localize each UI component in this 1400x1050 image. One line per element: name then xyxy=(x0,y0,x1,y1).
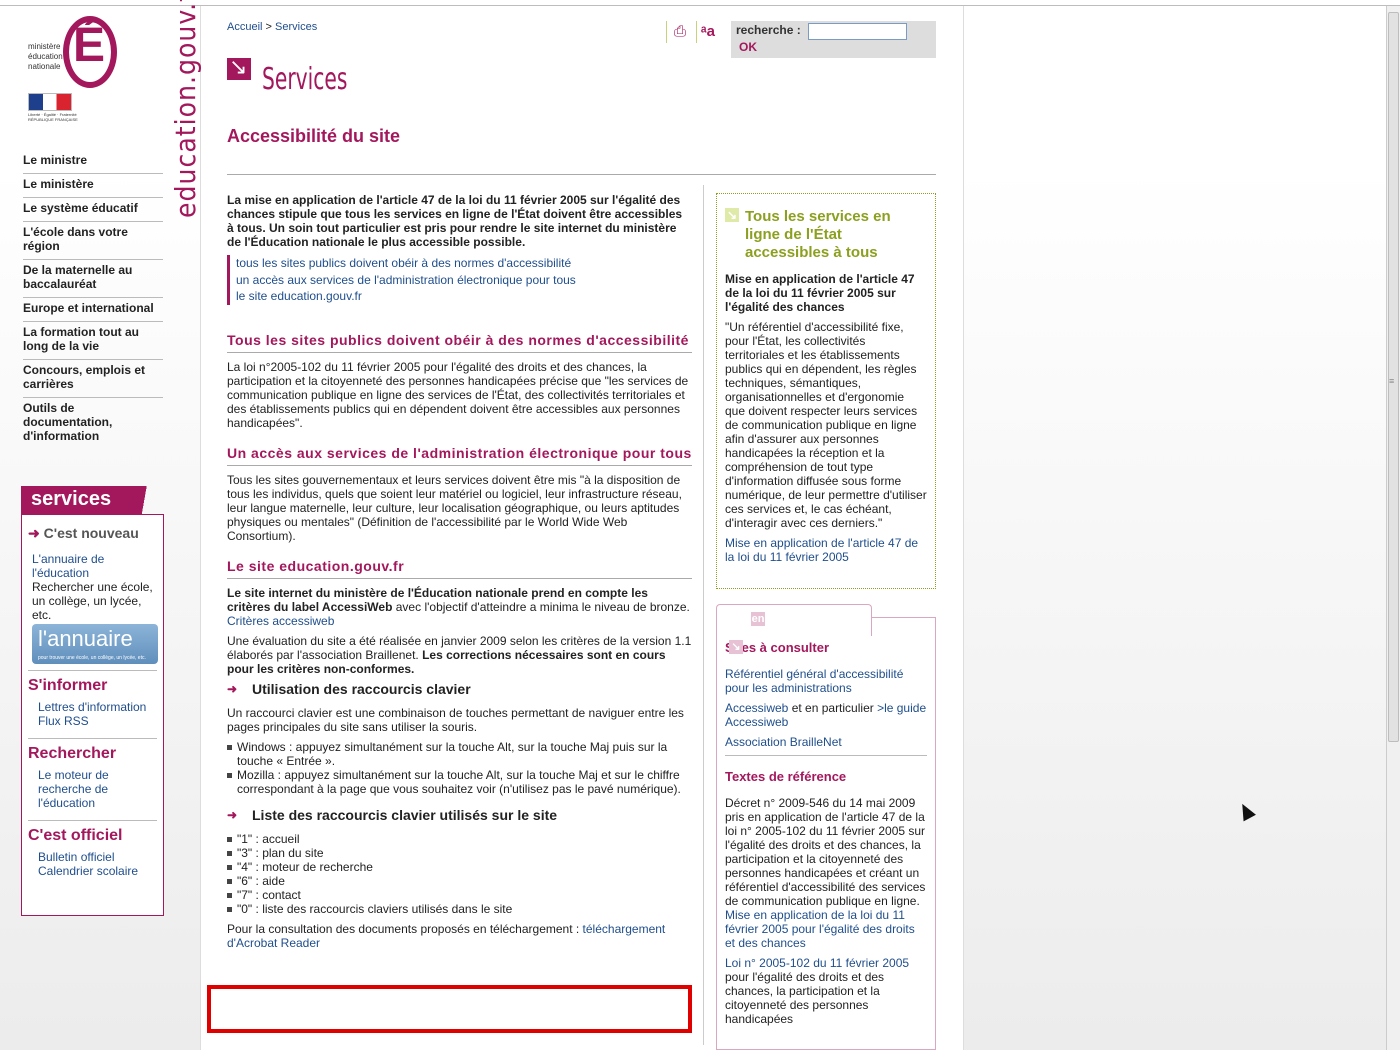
nav-item[interactable]: Le système éducatif xyxy=(23,198,163,222)
accessibility-box-title: Tous les services en ligne de l'État acc… xyxy=(725,208,927,262)
services-arrow-icon xyxy=(227,54,251,80)
nav-item[interactable]: Europe et international xyxy=(23,298,163,322)
heading-shortcut-list: Liste des raccourcis clavier utilisés su… xyxy=(227,808,692,822)
rechercher-title: Rechercher xyxy=(28,745,117,762)
services-panel: ➜ C'est nouveau L'annuaire de l'éducatio… xyxy=(21,514,164,916)
new-section-title: ➜ C'est nouveau xyxy=(28,525,139,541)
list-item: Mozilla : appuyez simultanément sur la t… xyxy=(227,768,692,796)
tab-border xyxy=(872,617,936,618)
arrow-icon: ↘ xyxy=(729,640,743,654)
logo-ministry-text: ministère éducation nationale xyxy=(28,42,63,71)
divider xyxy=(28,738,157,739)
heading-shortcuts: Utilisation des raccourcis clavier xyxy=(227,682,692,696)
logo-e-icon: É xyxy=(63,16,117,88)
table-of-contents: tous les sites publics doivent obéir à d… xyxy=(227,255,692,305)
accessibility-box: Tous les services en ligne de l'État acc… xyxy=(716,193,936,589)
annuaire-banner[interactable]: l'annuaire pour trouver une école, un col… xyxy=(32,624,158,664)
page-tools: ⎙ ᵃa xyxy=(666,21,726,43)
law-link[interactable]: Loi n° 2005-102 du 11 février 2005 xyxy=(725,956,909,970)
scrollbar[interactable]: ≡ xyxy=(1386,6,1400,1050)
list-item: "7" : contact xyxy=(227,888,692,902)
evaluation-text: Une évaluation du site a été réalisée en… xyxy=(227,633,692,676)
page-title: Accessibilité du site xyxy=(227,126,401,146)
grip-icon: ≡ xyxy=(1389,376,1395,386)
calendar-link[interactable]: Calendrier scolaire xyxy=(38,864,157,878)
annuaire-link[interactable]: L'annuaire de l'éducation xyxy=(32,552,104,580)
column-divider xyxy=(703,185,704,1045)
list-item: Windows : appuyez simultanément sur la t… xyxy=(227,740,692,768)
title-divider xyxy=(227,174,936,175)
learn-more-tab: ↘en savoir + xyxy=(716,604,872,654)
accessiweb-link[interactable]: Accessiweb xyxy=(725,701,788,715)
list-item: "0" : liste des raccourcis claviers util… xyxy=(227,902,692,916)
divider xyxy=(725,755,927,756)
decret-text: Décret n° 2009-546 du 14 mai 2009 pris e… xyxy=(725,796,926,908)
newsletter-link[interactable]: Lettres d'information xyxy=(38,700,157,714)
toc-link[interactable]: un accès aux services de l'administratio… xyxy=(236,272,692,289)
breadcrumb: Accueil > Services xyxy=(227,21,318,33)
site-text: Le site internet du ministère de l'Éduca… xyxy=(227,585,690,628)
search-ok-button[interactable]: OK xyxy=(739,40,757,54)
intro-text: La mise en application de l'article 47 d… xyxy=(227,193,683,249)
site-name-vertical[interactable]: education.gouv.fr xyxy=(168,0,204,218)
arrow-icon: ➜ xyxy=(28,525,44,541)
accessibility-box-subtitle: Mise en application de l'article 47 de l… xyxy=(725,272,915,314)
article-47-link[interactable]: Mise en application de l'article 47 de l… xyxy=(725,536,918,564)
list-item: "3" : plan du site xyxy=(227,846,692,860)
breadcrumb-current[interactable]: Services xyxy=(275,21,317,33)
toc-link[interactable]: le site education.gouv.fr xyxy=(236,288,692,305)
heading-norms: Tous les sites publics doivent obéir à d… xyxy=(227,331,692,353)
bulletin-link[interactable]: Bulletin officiel xyxy=(38,850,157,864)
services-header: services xyxy=(21,486,164,514)
norms-text: La loi n°2005-102 du 11 février 2005 pou… xyxy=(227,359,689,430)
search-label: recherche : xyxy=(736,23,801,37)
left-navigation: Le ministre Le ministère Le système éduc… xyxy=(23,150,163,449)
right-background xyxy=(964,6,1386,1050)
nav-item[interactable]: Le ministre xyxy=(23,150,163,174)
access-text: Tous les sites gouvernementaux et leurs … xyxy=(227,472,682,543)
learn-more-box: Sites à consulter Référentiel général d'… xyxy=(716,617,936,1050)
search-box: recherche : OK xyxy=(731,21,936,58)
search-engine-link[interactable]: Le moteur de recherche de l'éducation xyxy=(38,768,157,810)
shortcuts-text: Un raccourci clavier est une combinaison… xyxy=(227,705,684,734)
criteria-link[interactable]: Critères accessiweb xyxy=(227,614,334,628)
referentiel-link[interactable]: Référentiel général d'accessibilité pour… xyxy=(725,667,903,695)
section-title: Services xyxy=(262,62,348,97)
republic-text: Liberté · Égalité · Fraternité RÉPUBLIQU… xyxy=(28,112,78,122)
braillenet-link[interactable]: Association BrailleNet xyxy=(725,735,842,749)
text-size-icon[interactable]: ᵃa xyxy=(701,23,715,40)
browser-list: Windows : appuyez simultanément sur la t… xyxy=(227,740,692,796)
annuaire-text: Rechercher une école, un collège, un lyc… xyxy=(32,580,153,622)
nav-item[interactable]: Outils de documentation, d'information xyxy=(23,398,163,449)
nav-item[interactable]: L'école dans votre région xyxy=(23,222,163,260)
nav-item[interactable]: Le ministère xyxy=(23,174,163,198)
toc-link[interactable]: tous les sites publics doivent obéir à d… xyxy=(236,255,692,272)
search-input[interactable] xyxy=(808,23,907,40)
download-text: Pour la consultation des documents propo… xyxy=(227,921,666,950)
nav-item[interactable]: De la maternelle au baccalauréat xyxy=(23,260,163,298)
nav-item[interactable]: Concours, emplois et carrières xyxy=(23,360,163,398)
heading-access: Un accès aux services de l'administratio… xyxy=(227,444,692,466)
rss-link[interactable]: Flux RSS xyxy=(38,714,157,728)
heading-site: Le site education.gouv.fr xyxy=(227,557,692,579)
republic-flag-icon xyxy=(28,93,72,111)
list-item: "6" : aide xyxy=(227,874,692,888)
breadcrumb-home[interactable]: Accueil xyxy=(227,21,262,33)
shortcut-list: "1" : accueil "3" : plan du site "4" : m… xyxy=(227,832,692,916)
sinformer-title: S'informer xyxy=(28,677,108,694)
list-item: "1" : accueil xyxy=(227,832,692,846)
nav-item[interactable]: La formation tout au long de la vie xyxy=(23,322,163,360)
law-application-link[interactable]: Mise en application de la loi du 11 févr… xyxy=(725,908,915,950)
divider xyxy=(28,820,157,821)
texts-heading: Textes de référence xyxy=(725,769,847,784)
main-content: La mise en application de l'article 47 d… xyxy=(227,193,692,956)
divider xyxy=(28,670,157,671)
accessibility-quote: "Un référentiel d'accessibilité fixe, po… xyxy=(725,320,927,530)
list-item: "4" : moteur de recherche xyxy=(227,860,692,874)
officiel-title: C'est officiel xyxy=(28,827,123,844)
print-icon[interactable]: ⎙ xyxy=(674,23,686,40)
highlight-box xyxy=(207,985,692,1033)
